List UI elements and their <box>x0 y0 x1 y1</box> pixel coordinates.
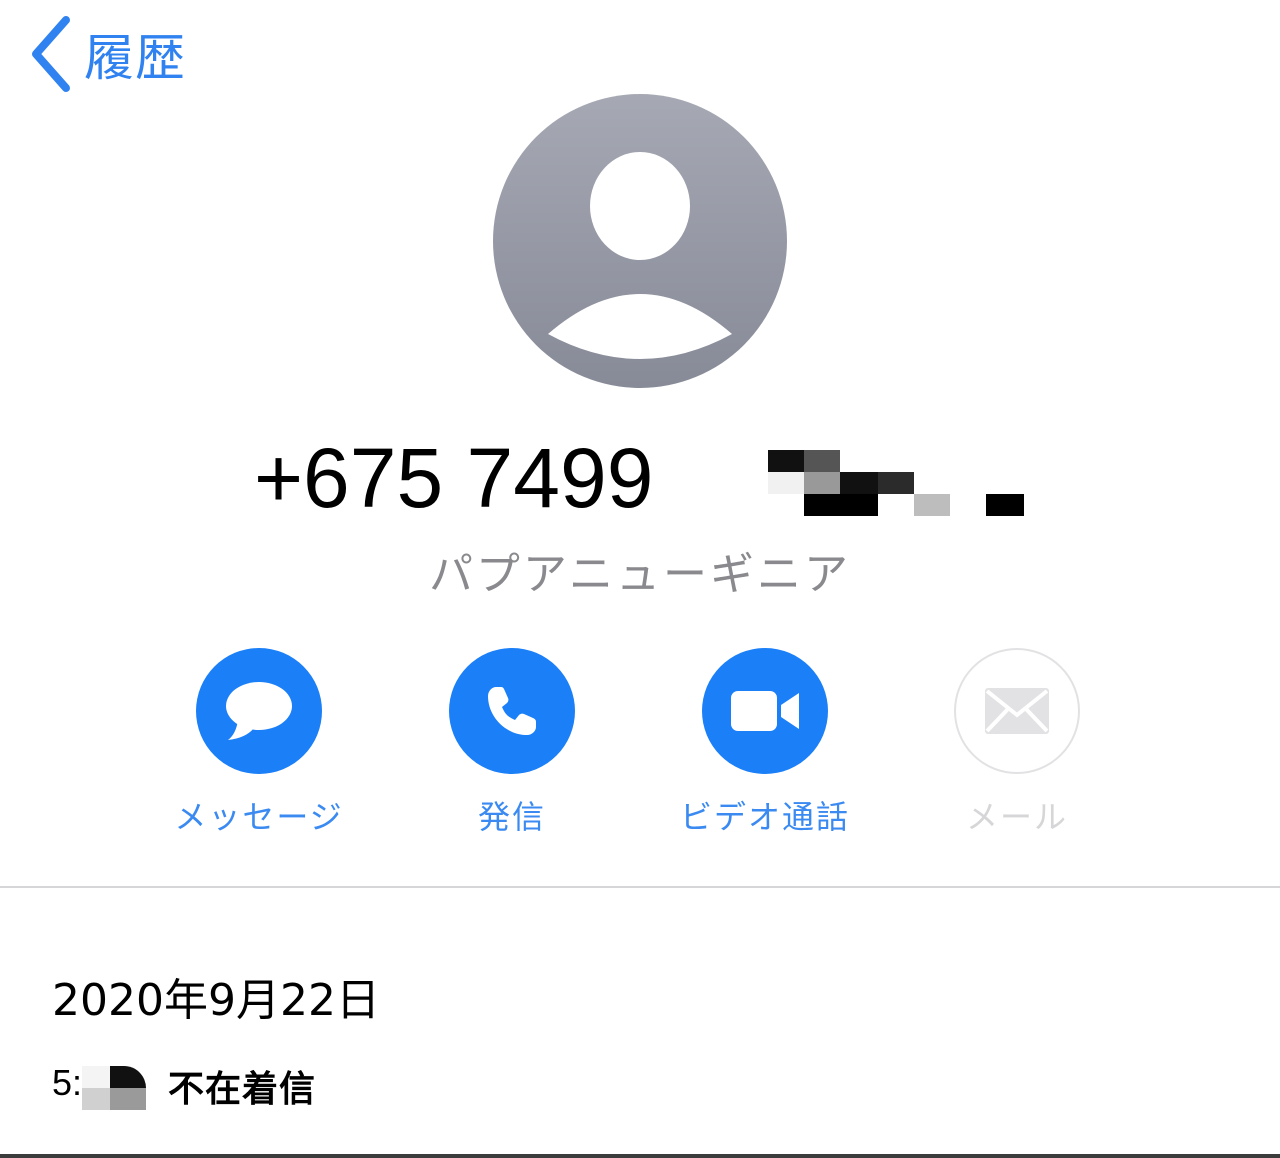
back-button-label: 履歴 <box>84 29 186 87</box>
phone-number-text: +675 7499 <box>254 431 654 525</box>
message-button[interactable]: メッセージ <box>139 648 379 838</box>
back-button[interactable]: 履歴 <box>28 14 186 94</box>
country-label: パプアニューギニア <box>428 549 852 600</box>
mail-button-circle[interactable] <box>954 648 1080 774</box>
call-button-circle[interactable] <box>449 648 575 774</box>
call-button-label: 発信 <box>477 798 546 836</box>
mail-button[interactable]: メール <box>897 648 1137 838</box>
message-button-label: メッセージ <box>174 798 344 836</box>
chevron-left-icon <box>28 14 72 94</box>
message-button-circle[interactable] <box>196 648 322 774</box>
bottom-edge <box>0 1154 1280 1158</box>
video-call-button-circle[interactable] <box>702 648 828 774</box>
history-date: 2020年9月22日 <box>52 975 380 1026</box>
action-bar: メッセージ 発信 ビデオ通話 メール <box>0 648 1280 848</box>
envelope-icon <box>985 688 1049 734</box>
mail-button-label: メール <box>965 798 1068 836</box>
call-time: 5: <box>52 1062 83 1103</box>
message-bubble-icon <box>226 682 292 740</box>
phone-icon <box>488 687 536 735</box>
phone-number: +675 7499 <box>0 428 1280 528</box>
call-history-row: 5: 不在着信 <box>52 1058 652 1118</box>
contact-avatar <box>493 94 787 388</box>
section-divider <box>0 886 1280 888</box>
call-button[interactable]: 発信 <box>392 648 632 838</box>
video-call-button-label: ビデオ通話 <box>679 798 850 836</box>
call-status: 不在着信 <box>168 1069 317 1110</box>
person-silhouette-icon <box>493 94 787 388</box>
video-camera-icon <box>731 691 799 731</box>
video-call-button[interactable]: ビデオ通話 <box>645 648 885 838</box>
